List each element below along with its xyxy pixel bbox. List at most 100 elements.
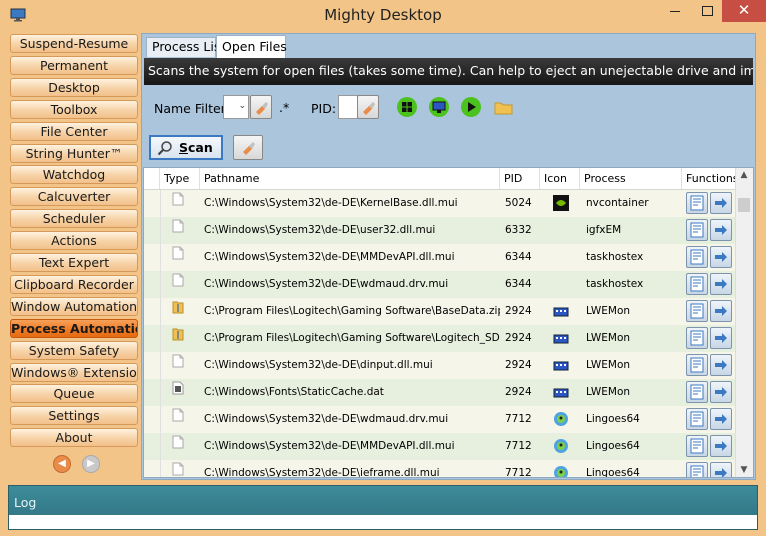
- details-button[interactable]: [686, 246, 708, 268]
- pathname-cell: C:\Windows\System32\de-DE\wdmaud.drv.mui: [204, 278, 449, 290]
- row-selector[interactable]: [144, 433, 161, 460]
- go-to-process-button[interactable]: [710, 219, 732, 241]
- sidebar-item-system-safety[interactable]: System Safety: [10, 340, 138, 360]
- sidebar-item-windows-extensions[interactable]: Windows® Extensions: [10, 362, 138, 382]
- grid-scrollbar[interactable]: ▲ ▼: [735, 168, 753, 477]
- details-button[interactable]: [686, 462, 708, 477]
- details-button[interactable]: [686, 408, 708, 430]
- tab-process-list[interactable]: Process List: [146, 37, 225, 57]
- go-to-process-button[interactable]: [710, 354, 732, 376]
- header-pathname[interactable]: Pathname: [200, 168, 500, 189]
- sidebar-item-settings[interactable]: Settings: [10, 406, 138, 426]
- row-selector[interactable]: [144, 460, 161, 477]
- row-selector[interactable]: [144, 271, 161, 298]
- table-row[interactable]: C:\Windows\System32\de-DE\MMDevAPI.dll.m…: [144, 244, 736, 271]
- row-selector[interactable]: [144, 217, 161, 244]
- sidebar-item-file-center[interactable]: File Center: [10, 121, 138, 141]
- monitor-icon[interactable]: [428, 96, 450, 118]
- scan-button[interactable]: Scan: [149, 135, 223, 160]
- table-row[interactable]: C:\Windows\System32\de-DE\wdmaud.drv.mui…: [144, 406, 736, 433]
- sidebar-item-permanent[interactable]: Permanent: [10, 55, 138, 75]
- row-selector[interactable]: [144, 190, 161, 217]
- header-type[interactable]: Type: [160, 168, 200, 189]
- go-to-process-button[interactable]: [710, 435, 732, 457]
- details-button[interactable]: [686, 327, 708, 349]
- details-button[interactable]: [686, 381, 708, 403]
- back-arrow-icon[interactable]: ◀: [53, 455, 71, 473]
- sidebar-item-desktop[interactable]: Desktop: [10, 77, 138, 97]
- header-pid[interactable]: PID: [500, 168, 540, 189]
- header-functions[interactable]: Functions: [682, 168, 739, 189]
- table-row[interactable]: C:\Windows\System32\de-DE\ieframe.dll.mu…: [144, 460, 736, 477]
- go-to-process-button[interactable]: [710, 462, 732, 477]
- log-output[interactable]: [9, 515, 757, 529]
- details-button[interactable]: [686, 219, 708, 241]
- close-button[interactable]: ✕: [722, 0, 766, 22]
- sidebar-item-queue[interactable]: Queue: [10, 384, 138, 404]
- sidebar-item-calcuverter[interactable]: Calcuverter: [10, 187, 138, 207]
- table-row[interactable]: C:\Program Files\Logitech\Gaming Softwar…: [144, 325, 736, 352]
- folder-icon[interactable]: [493, 97, 515, 119]
- sidebar-item-clipboard-recorder[interactable]: Clipboard Recorder: [10, 274, 138, 294]
- sidebar-item-scheduler[interactable]: Scheduler: [10, 209, 138, 229]
- file-type-icon: [172, 352, 186, 379]
- eraser-icon: [256, 102, 268, 115]
- sidebar-item-window-automation[interactable]: Window Automation: [10, 296, 138, 316]
- go-to-process-button[interactable]: [710, 300, 732, 322]
- clear-name-filter-button[interactable]: [250, 95, 272, 119]
- pid-cell: 6344: [505, 278, 532, 290]
- eraser-icon: [243, 142, 255, 155]
- name-filter-combo[interactable]: ⌄: [223, 95, 249, 119]
- row-selector[interactable]: [144, 379, 161, 406]
- file-type-icon: [172, 271, 186, 298]
- row-selector[interactable]: [144, 325, 161, 352]
- sidebar-item-about[interactable]: About: [10, 428, 138, 448]
- header-process[interactable]: Process: [580, 168, 682, 189]
- details-button[interactable]: [686, 354, 708, 376]
- sidebar-item-actions[interactable]: Actions: [10, 231, 138, 251]
- scroll-up-icon[interactable]: ▲: [736, 170, 752, 180]
- sidebar-item-text-expert[interactable]: Text Expert: [10, 253, 138, 272]
- table-row[interactable]: C:\Windows\System32\de-DE\KernelBase.dll…: [144, 190, 736, 217]
- file-type-icon: [172, 325, 186, 352]
- details-button[interactable]: [686, 192, 708, 214]
- row-selector[interactable]: [144, 352, 161, 379]
- table-row[interactable]: C:\Windows\System32\de-DE\user32.dll.mui…: [144, 217, 736, 244]
- go-to-process-button[interactable]: [710, 246, 732, 268]
- table-row[interactable]: C:\Windows\Fonts\StaticCache.dat 2924 LWEM…: [144, 379, 736, 406]
- sidebar-item-process-automation[interactable]: Process Automation: [10, 318, 138, 338]
- windows-logo-icon[interactable]: [396, 96, 418, 118]
- minimize-button[interactable]: [660, 0, 690, 22]
- table-row[interactable]: C:\Windows\System32\de-DE\dinput.dll.mui…: [144, 352, 736, 379]
- go-to-process-button[interactable]: [710, 381, 732, 403]
- pid-input[interactable]: [338, 95, 358, 119]
- table-row[interactable]: C:\Program Files\Logitech\Gaming Softwar…: [144, 298, 736, 325]
- details-button[interactable]: [686, 435, 708, 457]
- header-icon[interactable]: Icon: [540, 168, 580, 189]
- go-to-process-button[interactable]: [710, 273, 732, 295]
- go-to-process-button[interactable]: [710, 327, 732, 349]
- go-to-process-button[interactable]: [710, 408, 732, 430]
- process-cell: nvcontainer: [586, 197, 649, 209]
- maximize-button[interactable]: [692, 0, 722, 22]
- tab-open-files[interactable]: Open Files: [216, 35, 287, 58]
- go-to-process-button[interactable]: [710, 192, 732, 214]
- row-selector[interactable]: [144, 406, 161, 433]
- row-selector[interactable]: [144, 298, 161, 325]
- clear-pid-button[interactable]: [357, 95, 379, 119]
- play-icon[interactable]: [460, 96, 482, 118]
- row-selector[interactable]: [144, 244, 161, 271]
- table-row[interactable]: C:\Windows\System32\de-DE\wdmaud.drv.mui…: [144, 271, 736, 298]
- scroll-down-icon[interactable]: ▼: [736, 465, 752, 475]
- file-type-icon: [172, 433, 186, 460]
- details-button[interactable]: [686, 273, 708, 295]
- scroll-thumb[interactable]: [738, 198, 750, 212]
- sidebar-item-suspend-resume[interactable]: Suspend-Resume: [10, 34, 138, 53]
- details-button[interactable]: [686, 300, 708, 322]
- table-row[interactable]: C:\Windows\System32\de-DE\MMDevAPI.dll.m…: [144, 433, 736, 460]
- forward-arrow-icon[interactable]: ▶: [82, 455, 100, 473]
- sidebar-item-string-hunter[interactable]: String Hunter™: [10, 143, 138, 163]
- sidebar-item-toolbox[interactable]: Toolbox: [10, 99, 138, 119]
- sidebar-item-watchdog[interactable]: Watchdog: [10, 165, 138, 185]
- clear-results-button[interactable]: [233, 135, 263, 160]
